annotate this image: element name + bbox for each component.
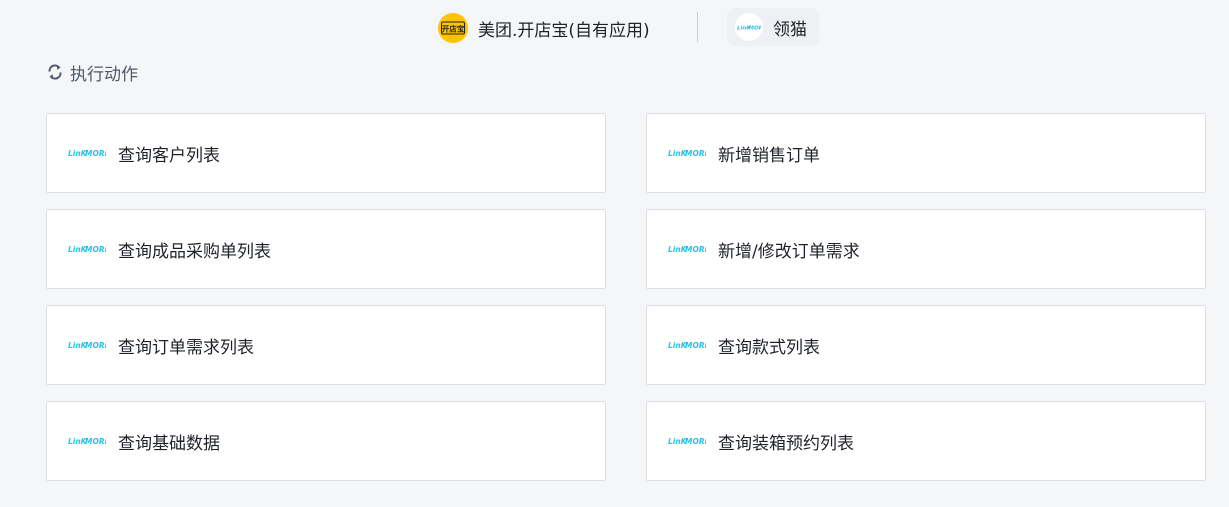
linkmore-logo-icon: LinK MORE <box>68 340 106 350</box>
action-label: 查询款式列表 <box>718 337 820 358</box>
action-list: LinK MORE 查询客户列表 LinK MORE 新增销售订单 LinK M… <box>46 113 1206 481</box>
action-card[interactable]: LinK MORE 查询款式列表 <box>646 305 1206 385</box>
linkmore-logo-icon: LinK MORE <box>668 244 706 254</box>
action-label: 查询基础数据 <box>118 433 220 454</box>
action-card[interactable]: LinK MORE 新增销售订单 <box>646 113 1206 193</box>
card-logo-text-part2: MORE <box>85 149 106 158</box>
card-logo-text-part2: MORE <box>85 437 106 446</box>
kaidianbao-logo-icon: 开店宝 <box>438 13 468 43</box>
action-card[interactable]: LinK MORE 查询基础数据 <box>46 401 606 481</box>
target-app[interactable]: LinK MORE 领猫 <box>727 8 819 46</box>
card-logo-text-part2: MORE <box>685 245 706 254</box>
card-logo-text-part2: MORE <box>685 437 706 446</box>
action-card[interactable]: LinK MORE 查询客户列表 <box>46 113 606 193</box>
action-card[interactable]: LinK MORE 新增/修改订单需求 <box>646 209 1206 289</box>
linkmore-logo-icon: LinK MORE <box>668 436 706 446</box>
action-label: 新增销售订单 <box>718 145 820 166</box>
linkmore-logo-icon: LinK MORE <box>68 148 106 158</box>
section-title: 执行动作 <box>70 64 138 85</box>
page: 开店宝 美团.开店宝(自有应用) LinK MORE 领猫 <box>0 0 1229 507</box>
linkmore-logo-icon: LinK MORE <box>735 13 763 41</box>
linkmore-logo-icon: LinK MORE <box>668 340 706 350</box>
card-logo-text-part2: MORE <box>85 245 106 254</box>
action-label: 查询订单需求列表 <box>118 337 254 358</box>
source-app-name: 美团.开店宝(自有应用) <box>478 20 650 41</box>
connector-bar: 开店宝 美团.开店宝(自有应用) LinK MORE 领猫 <box>0 0 1229 56</box>
section-header: 执行动作 <box>45 60 138 85</box>
action-label: 新增/修改订单需求 <box>718 241 860 262</box>
card-logo-text-part2: MORE <box>85 341 106 350</box>
action-label: 查询装箱预约列表 <box>718 433 854 454</box>
refresh-icon <box>45 62 65 82</box>
action-card[interactable]: LinK MORE 查询装箱预约列表 <box>646 401 1206 481</box>
kaidianbao-logo-text: 开店宝 <box>442 24 465 34</box>
linkmore-logo-icon: LinK MORE <box>68 244 106 254</box>
action-label: 查询客户列表 <box>118 145 220 166</box>
card-logo-text-part2: MORE <box>685 149 706 158</box>
action-label: 查询成品采购单列表 <box>118 241 271 262</box>
source-app[interactable]: 开店宝 美团.开店宝(自有应用) <box>438 12 650 44</box>
target-app-name: 领猫 <box>773 19 807 40</box>
linkmore-logo-text-part2: MORE <box>749 26 762 32</box>
card-logo-text-part2: MORE <box>685 341 706 350</box>
connector-divider <box>697 12 698 42</box>
action-card[interactable]: LinK MORE 查询订单需求列表 <box>46 305 606 385</box>
linkmore-logo-icon: LinK MORE <box>668 148 706 158</box>
linkmore-logo-icon: LinK MORE <box>68 436 106 446</box>
action-card[interactable]: LinK MORE 查询成品采购单列表 <box>46 209 606 289</box>
